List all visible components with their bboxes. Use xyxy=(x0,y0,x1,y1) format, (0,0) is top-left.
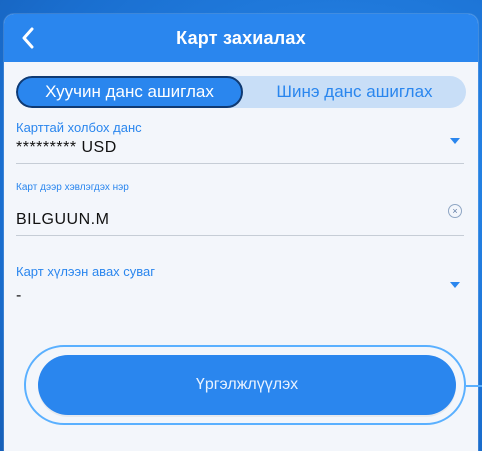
delivery-channel-select[interactable]: Карт хүлээн авах суваг - xyxy=(16,264,464,311)
linked-account-select[interactable]: Карттай холбох данс ********* USD xyxy=(16,120,464,164)
chevron-down-icon[interactable] xyxy=(450,138,460,144)
card-name-field[interactable]: Карт дээр хэвлэгдэх нэр BILGUUN.M × xyxy=(16,180,464,236)
delivery-channel-value: - xyxy=(16,287,22,304)
back-button[interactable] xyxy=(14,22,42,54)
highlight-pointer xyxy=(466,385,482,387)
tab-existing-account[interactable]: Хуучин данс ашиглах xyxy=(16,76,243,108)
continue-button[interactable]: Үргэлжлүүлэх xyxy=(38,355,456,415)
header-bar: Карт захиалах xyxy=(4,14,478,62)
delivery-channel-label: Карт хүлээн авах суваг xyxy=(16,264,156,279)
card-name-label: Карт дээр хэвлэгдэх нэр xyxy=(16,182,129,193)
tab-new-account[interactable]: Шинэ данс ашиглах xyxy=(243,76,466,108)
linked-account-value: ********* USD xyxy=(16,139,117,156)
chevron-down-icon[interactable] xyxy=(450,282,460,288)
clear-icon[interactable]: × xyxy=(448,204,462,218)
linked-account-label: Карттай холбох данс xyxy=(16,120,142,135)
account-type-segmented-control: Хуучин данс ашиглах Шинэ данс ашиглах xyxy=(16,76,466,108)
card-name-value[interactable]: BILGUUN.M xyxy=(16,211,464,229)
chevron-left-icon xyxy=(22,27,34,49)
page-title: Карт захиалах xyxy=(176,27,306,48)
